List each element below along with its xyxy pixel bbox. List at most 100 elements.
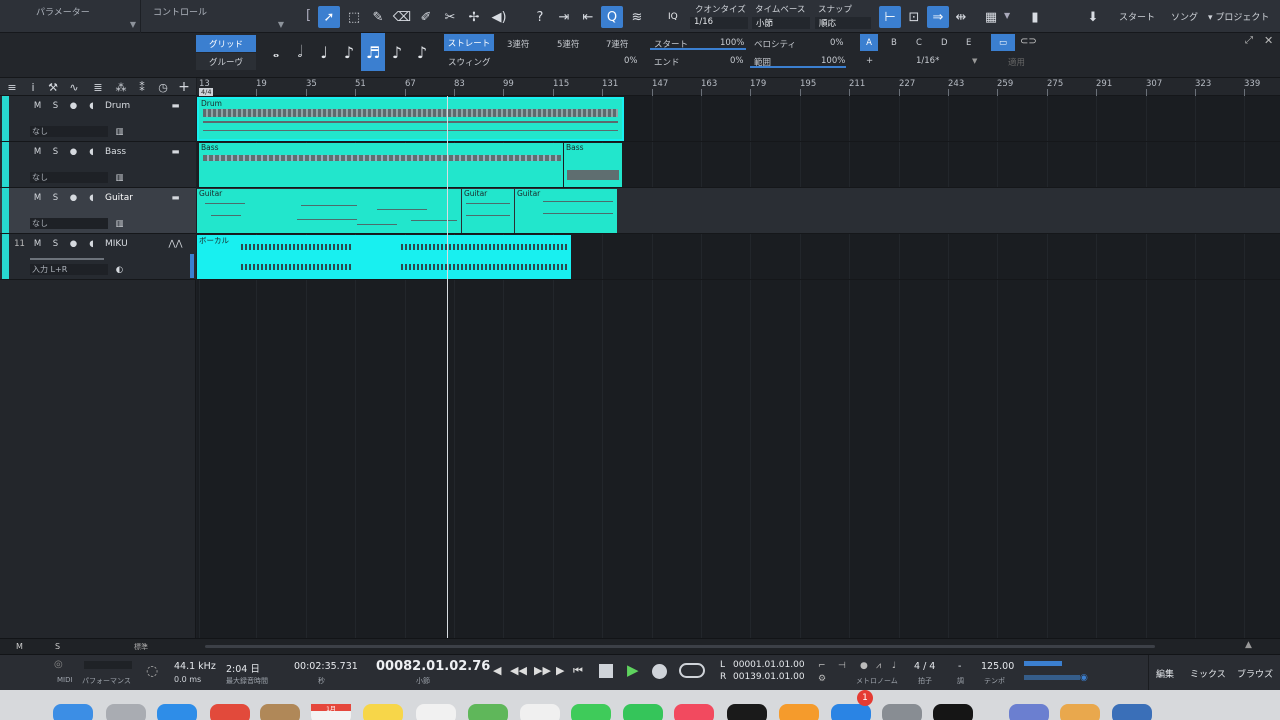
listen-tool-icon[interactable]: ◀) <box>488 6 510 28</box>
clip-guitar[interactable]: Guitar <box>197 189 461 233</box>
messages-icon[interactable] <box>571 704 611 720</box>
chrome-icon[interactable] <box>210 704 250 720</box>
snap-right-icon[interactable]: ⇤ <box>577 6 599 28</box>
instrument-icon[interactable]: ▥ <box>112 126 127 138</box>
downloads-icon[interactable] <box>1112 704 1152 720</box>
finder-icon[interactable] <box>53 704 93 720</box>
snap-grid-icon[interactable]: ⊢ <box>879 6 901 28</box>
mixer-mute-button[interactable]: M <box>16 642 23 651</box>
preset-d-button[interactable]: D <box>941 38 948 48</box>
tempo-value[interactable]: 125.00 <box>981 661 1014 672</box>
instrument-icon[interactable]: ▥ <box>112 218 127 230</box>
arrangement-view[interactable]: 13 19 35 51 67 83 99 115 131 147 163 179 195 211 227 24… <box>197 78 1280 638</box>
groove-button[interactable]: グルーヴ <box>196 53 256 70</box>
toggle-icon[interactable]: ◐ <box>112 264 127 276</box>
loop-start[interactable]: 00001.01.01.00 <box>733 660 805 670</box>
volume-slider[interactable] <box>30 258 104 260</box>
pages-icon[interactable] <box>1060 704 1100 720</box>
activity-monitor-icon[interactable] <box>727 704 767 720</box>
expand-icon[interactable]: ⤢ <box>1245 35 1253 46</box>
info-icon[interactable]: i <box>25 79 41 95</box>
end-value[interactable]: 0% <box>730 56 744 66</box>
snap-events-icon[interactable]: ⊡ <box>903 6 925 28</box>
record-icon[interactable]: ● <box>66 238 81 250</box>
browse-button[interactable]: ブラウズ <box>1237 667 1273 680</box>
folder-icon[interactable]: ▬ <box>168 192 183 204</box>
facetime-icon[interactable] <box>623 704 663 720</box>
settings-gear-icon[interactable]: ⚙ <box>818 674 826 684</box>
playhead-cursor[interactable] <box>447 96 448 638</box>
record-icon[interactable]: ● <box>66 192 81 204</box>
split-icon[interactable]: ⇹ <box>950 6 972 28</box>
rewind-icon[interactable]: ◀◀ <box>510 664 527 677</box>
automation-icon[interactable]: ∿ <box>66 79 82 95</box>
division-select[interactable]: 1/16* <box>916 56 939 66</box>
timeline-ruler[interactable]: 13 19 35 51 67 83 99 115 131 147 163 179 195 211 227 24… <box>197 78 1280 96</box>
eighth-note-icon[interactable]: ♪ <box>337 33 361 71</box>
folder-icon[interactable]: ▬ <box>168 146 183 158</box>
clock-icon[interactable]: ◷ <box>155 79 171 95</box>
folder-icon[interactable]: ▬ <box>168 100 183 112</box>
snap-left-icon[interactable]: ⇥ <box>553 6 575 28</box>
project-page-button[interactable]: ▾ プロジェクト <box>1208 10 1269 23</box>
loop-end[interactable]: 00139.01.01.00 <box>733 672 805 682</box>
params-tab[interactable]: パラメーター ▼ <box>0 0 140 33</box>
clip-vocal[interactable]: ボーカル <box>197 235 571 279</box>
punch-icon[interactable]: ⊣ <box>838 661 846 671</box>
record-icon[interactable]: ● <box>66 146 81 158</box>
reminders-icon[interactable] <box>416 704 456 720</box>
arrow-tool-icon[interactable]: ➚ <box>318 6 340 28</box>
mute-button[interactable]: M <box>30 192 45 204</box>
launchpad-icon[interactable] <box>106 704 146 720</box>
range-tool-icon[interactable]: ⬚ <box>343 6 365 28</box>
whole-note-icon[interactable]: 𝅝 <box>264 33 288 71</box>
input-select[interactable]: 入力 L+R <box>30 264 108 275</box>
track-name[interactable]: MIKU <box>105 239 128 249</box>
preset-a-button[interactable]: A <box>860 34 878 51</box>
clip-guitar[interactable]: Guitar <box>462 189 514 233</box>
return-zero-icon[interactable]: ◀ <box>493 664 501 677</box>
output-select[interactable]: なし <box>30 172 108 183</box>
mute-button[interactable]: M <box>30 100 45 112</box>
preset-e-button[interactable]: E <box>966 38 971 48</box>
triplet5-button[interactable]: 5連符 <box>557 38 579 50</box>
photos-icon[interactable] <box>520 704 560 720</box>
maps-icon[interactable] <box>468 704 508 720</box>
iq-button[interactable]: IQ <box>668 12 678 22</box>
solo-button[interactable]: S <box>48 146 63 158</box>
range-value[interactable]: 100% <box>821 56 845 66</box>
pencil-tool-icon[interactable]: ✎ <box>367 6 389 28</box>
quantize-q-icon[interactable]: Q <box>601 6 623 28</box>
horizontal-scrollbar[interactable] <box>205 645 1155 648</box>
stack-icon[interactable]: ≣ <box>90 79 106 95</box>
mixer-solo-button[interactable]: S <box>55 642 60 651</box>
zoom-icon[interactable]: ▲ <box>1245 640 1252 650</box>
track-bass[interactable]: M S ● ◖ Bass ▬ なし ▥ <box>0 142 196 188</box>
tempo-icon[interactable]: ♩ <box>892 661 896 671</box>
link-icon[interactable]: ⊂⊃ <box>1020 36 1037 47</box>
metronome-icon[interactable]: ⩘ <box>876 661 881 671</box>
quarter-note-icon[interactable]: ♩ <box>312 33 336 71</box>
track-name[interactable]: Bass <box>105 147 126 157</box>
studio-one-icon[interactable] <box>933 704 973 720</box>
layout-icon[interactable]: ▦ <box>980 6 1002 28</box>
mix-button[interactable]: ミックス <box>1190 667 1226 680</box>
output-select[interactable]: なし <box>30 126 108 137</box>
mute-button[interactable]: M <box>30 238 45 250</box>
song-page-button[interactable]: ソング <box>1171 10 1198 23</box>
monitor-icon[interactable]: ◖ <box>84 100 99 112</box>
grid-button[interactable]: グリッド <box>196 35 256 52</box>
half-note-icon[interactable]: 𝅗𝅥 <box>288 33 312 71</box>
thirtysecond-note-icon[interactable]: ♪ <box>385 33 409 71</box>
skip-back-icon[interactable]: ⏮ <box>573 664 583 678</box>
track-miku[interactable]: 11 M S ● ◖ MIKU ⋀⋀ 入力 L+R ◐ <box>0 234 196 280</box>
time-signature[interactable]: 4 / 4 <box>914 661 935 672</box>
sixtyfourth-note-icon[interactable]: ♪ <box>410 33 434 71</box>
clip-bass[interactable]: Bass <box>564 143 622 187</box>
record-icon[interactable]: ● <box>66 100 81 112</box>
play-button[interactable]: ▶ <box>627 661 639 679</box>
add-track-icon[interactable]: + <box>176 79 192 95</box>
close-icon[interactable]: ✕ <box>1264 34 1273 47</box>
snap-select[interactable]: 順応 <box>815 17 871 29</box>
fast-forward-icon[interactable]: ▶▶ <box>534 664 551 677</box>
